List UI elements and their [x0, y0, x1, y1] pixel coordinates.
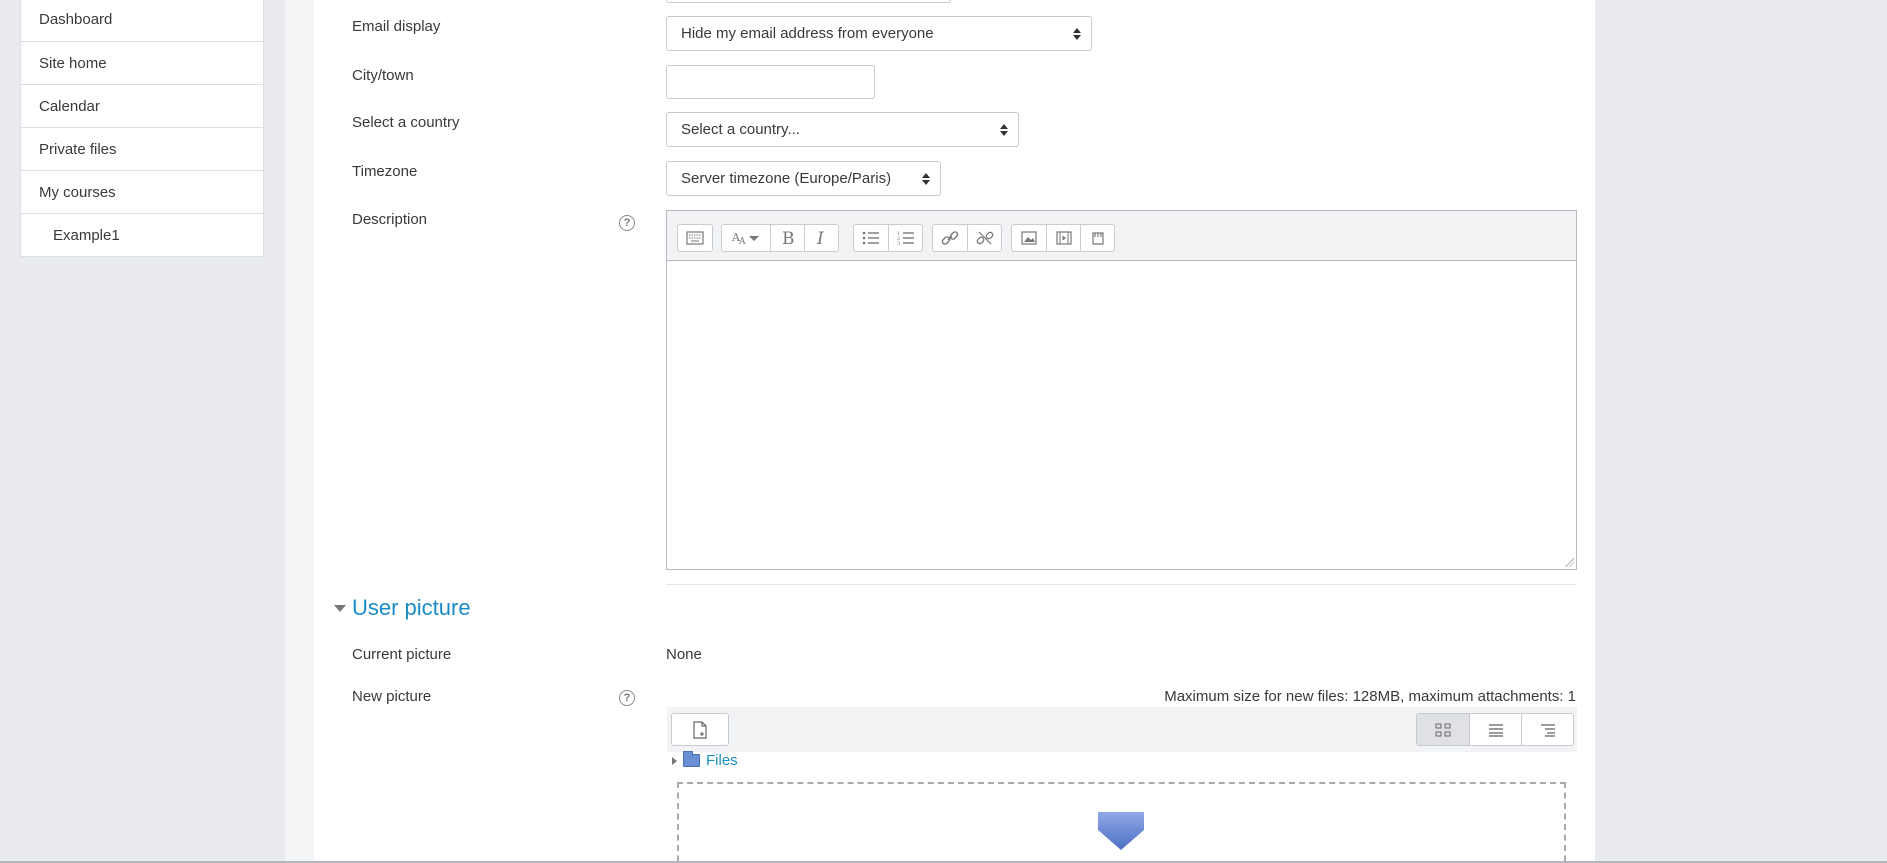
icon-view-button[interactable]: [1417, 714, 1469, 745]
toolbar-group-media: [1011, 224, 1115, 252]
link-icon[interactable]: [933, 225, 967, 251]
email-display-value: Hide my email address from everyone: [681, 25, 934, 42]
svg-text:I: I: [816, 229, 824, 247]
add-file-icon: [693, 720, 707, 739]
select-caret-icon: [1000, 124, 1008, 136]
collapse-caret-icon[interactable]: [334, 605, 346, 612]
files-folder-link[interactable]: Files: [672, 751, 738, 769]
description-help-icon[interactable]: ?: [619, 215, 635, 231]
country-value: Select a country...: [681, 121, 800, 138]
section-title-user-picture[interactable]: User picture: [352, 595, 471, 621]
resize-handle-icon[interactable]: [1565, 558, 1574, 567]
select-caret-icon: [1073, 28, 1081, 40]
nav-item-site-home[interactable]: Site home: [21, 41, 263, 84]
toolbar-group-collapse: [677, 224, 713, 252]
nav-item-my-courses[interactable]: My courses: [21, 170, 263, 213]
timezone-label: Timezone: [352, 163, 418, 180]
email-display-label: Email display: [352, 18, 441, 35]
editor-content-area[interactable]: [667, 261, 1576, 569]
files-label: Files: [706, 752, 738, 769]
current-picture-value: None: [666, 646, 702, 663]
current-picture-label: Current picture: [352, 646, 452, 663]
list-view-button[interactable]: [1469, 714, 1521, 745]
email-display-select[interactable]: Hide my email address from everyone: [666, 16, 1092, 51]
toolbar-group-lists: 123: [853, 224, 923, 252]
description-label: Description: [352, 211, 428, 228]
tree-icon: [1540, 723, 1555, 737]
country-select[interactable]: Select a country...: [666, 112, 1019, 147]
toolbar-group-style: AA B I: [721, 224, 839, 252]
nav-item-course-example1[interactable]: Example1: [21, 213, 263, 256]
italic-icon[interactable]: I: [804, 225, 838, 251]
nav-item-dashboard[interactable]: Dashboard: [21, 0, 263, 41]
drop-arrow-icon: [1098, 812, 1144, 850]
timezone-select[interactable]: Server timezone (Europe/Paris): [666, 161, 941, 196]
city-input[interactable]: [666, 65, 875, 99]
view-switcher: [1416, 713, 1574, 746]
expand-caret-icon: [672, 756, 677, 765]
image-icon[interactable]: [1012, 225, 1046, 251]
unordered-list-icon[interactable]: [854, 225, 888, 251]
collapse-icon[interactable]: [678, 225, 712, 251]
list-icon: [1488, 723, 1503, 737]
media-icon[interactable]: [1046, 225, 1080, 251]
description-editor: AA B I 123: [666, 210, 1577, 570]
select-caret-icon: [922, 173, 930, 185]
folder-icon: [683, 751, 700, 767]
svg-text:A: A: [738, 237, 746, 246]
max-size-info: Maximum size for new files: 128MB, maxim…: [1164, 688, 1576, 705]
tree-view-button[interactable]: [1521, 714, 1573, 745]
unlink-icon[interactable]: [967, 225, 1001, 251]
svg-text:3: 3: [897, 241, 900, 245]
toolbar-group-links: [932, 224, 1002, 252]
add-file-button[interactable]: [671, 713, 729, 746]
grid-icon: [1435, 723, 1451, 736]
country-label: Select a country: [352, 114, 460, 131]
manage-files-icon[interactable]: [1080, 225, 1114, 251]
ordered-list-icon[interactable]: 123: [888, 225, 922, 251]
new-picture-help-icon[interactable]: ?: [619, 690, 635, 706]
navigation-block: Dashboard Site home Calendar Private fil…: [20, 0, 264, 257]
city-label: City/town: [352, 67, 414, 84]
nav-item-calendar[interactable]: Calendar: [21, 84, 263, 127]
previous-field-edge: [666, 0, 951, 3]
new-picture-label: New picture: [352, 688, 432, 705]
section-divider: [666, 584, 1577, 585]
nav-item-private-files[interactable]: Private files: [21, 127, 263, 170]
bold-icon[interactable]: B: [770, 225, 804, 251]
font-style-icon[interactable]: AA: [722, 225, 770, 251]
timezone-value: Server timezone (Europe/Paris): [681, 170, 892, 187]
editor-toolbar: AA B I 123: [667, 211, 1576, 261]
svg-text:B: B: [782, 229, 795, 247]
